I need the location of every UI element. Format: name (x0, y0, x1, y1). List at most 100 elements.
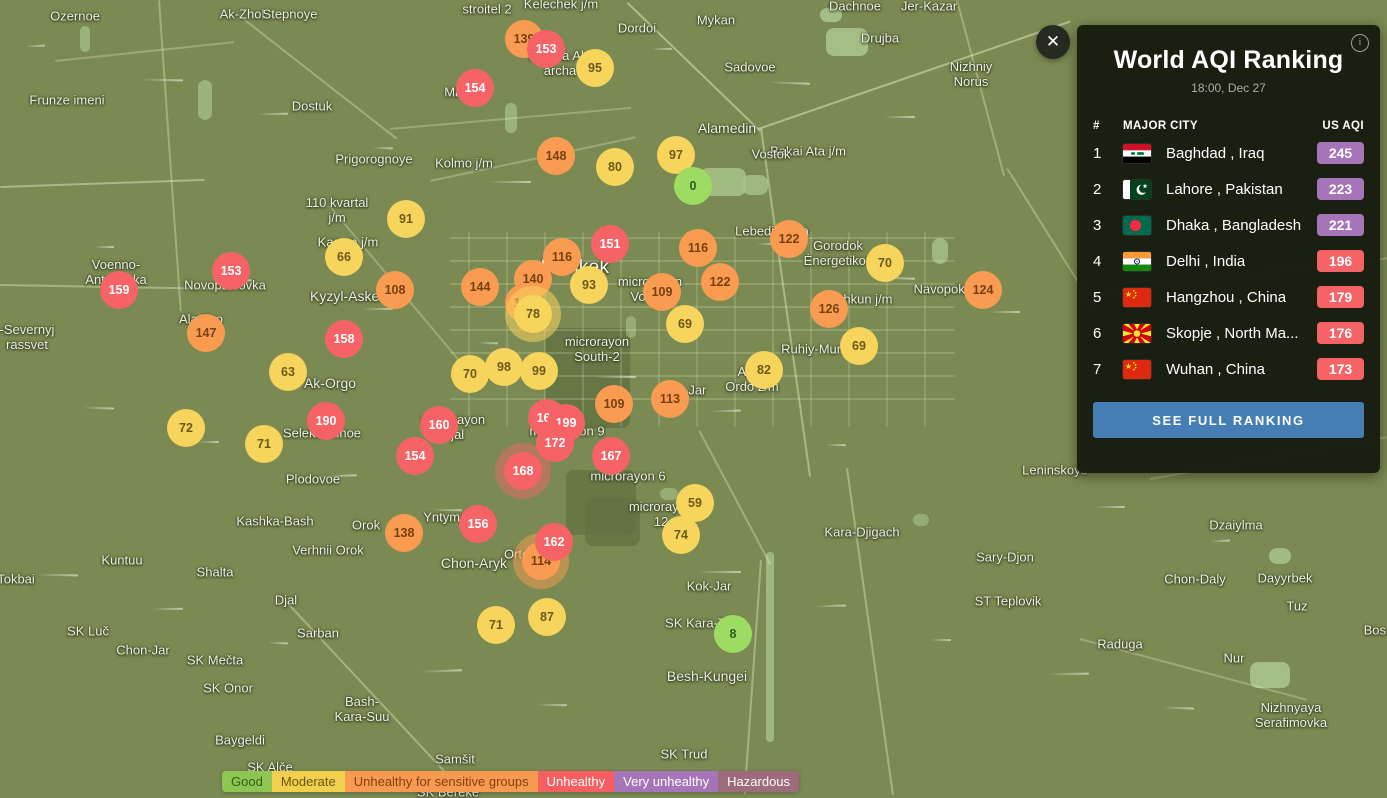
aqi-marker[interactable]: 93 (570, 266, 608, 304)
china-flag-icon (1123, 360, 1151, 379)
aqi-badge: 196 (1317, 250, 1364, 272)
map-place-label: Dachnoe (829, 0, 881, 14)
aqi-legend: GoodModerateUnhealthy for sensitive grou… (222, 771, 799, 792)
info-icon[interactable]: i (1351, 34, 1369, 52)
map-place-label: Ozernoe (50, 10, 100, 25)
aqi-marker[interactable]: 109 (595, 385, 633, 423)
aqi-marker[interactable]: 91 (387, 200, 425, 238)
map-place-label: SK Onor (203, 682, 253, 697)
aqi-marker[interactable]: 71 (245, 425, 283, 463)
aqi-marker[interactable]: 71 (477, 606, 515, 644)
map-place-label: Kara-Djigach (824, 526, 899, 541)
wind-streak (989, 311, 1020, 313)
aqi-marker[interactable]: 69 (666, 305, 704, 343)
aqi-marker[interactable]: 8 (714, 615, 752, 653)
legend-item: Unhealthy for sensitive groups (345, 771, 538, 792)
aqi-marker[interactable]: 159 (100, 271, 138, 309)
map-place-label: Jer-Kazar (901, 0, 957, 14)
legend-item: Good (222, 771, 272, 792)
aqi-marker[interactable]: 126 (810, 290, 848, 328)
aqi-marker[interactable]: 66 (325, 238, 363, 276)
aqi-badge: 221 (1317, 214, 1364, 236)
aqi-marker[interactable]: 138 (385, 514, 423, 552)
aqi-marker[interactable]: 154 (396, 437, 434, 475)
aqi-marker[interactable]: 72 (167, 409, 205, 447)
wind-streak (25, 45, 45, 48)
road-line (0, 179, 205, 188)
aqi-marker[interactable]: 63 (269, 353, 307, 391)
map-place-label: Kashka-Bash (236, 515, 313, 530)
aqi-marker[interactable]: 151 (591, 225, 629, 263)
aqi-marker[interactable]: 80 (596, 148, 634, 186)
aqi-marker[interactable]: 74 (662, 516, 700, 554)
aqi-marker[interactable]: 168 (504, 452, 542, 490)
aqi-marker[interactable]: 172 (536, 424, 574, 462)
wind-streak (815, 604, 846, 607)
bangladesh-flag-icon (1123, 216, 1151, 235)
aqi-marker[interactable]: 113 (651, 380, 689, 418)
aqi-marker[interactable]: 158 (325, 320, 363, 358)
ranking-row[interactable]: 3Dhaka , Bangladesh221 (1077, 207, 1380, 243)
aqi-marker[interactable]: 78 (514, 295, 552, 333)
aqi-marker[interactable]: 99 (520, 352, 558, 390)
ranking-row[interactable]: 5Hangzhou , China179 (1077, 279, 1380, 315)
aqi-marker[interactable]: 167 (592, 437, 630, 475)
aqi-marker[interactable]: 108 (376, 271, 414, 309)
city-name: Lahore , Pakistan (1166, 181, 1283, 198)
map-place-label: Prigorognoye (335, 153, 412, 168)
see-full-ranking-button[interactable]: SEE FULL RANKING (1093, 402, 1364, 438)
iraq-flag-icon (1123, 144, 1151, 163)
aqi-marker[interactable]: 190 (307, 402, 345, 440)
wind-streak (257, 113, 288, 116)
map-place-label: Nizhnyaya Serafimovka (1255, 701, 1327, 731)
aqi-marker[interactable]: 160 (420, 406, 458, 444)
map-place-label: -Severnyj rassvet (0, 323, 54, 353)
map-place-label: Nur (1224, 652, 1245, 667)
aqi-marker[interactable]: 122 (770, 220, 808, 258)
aqi-badge: 173 (1317, 358, 1364, 380)
ranking-row[interactable]: 7Wuhan , China173 (1077, 351, 1380, 387)
map-place-label: Frunze imeni (29, 94, 104, 109)
wind-streak (826, 444, 846, 446)
aqi-marker[interactable]: 70 (451, 355, 489, 393)
aqi-marker[interactable]: 95 (576, 49, 614, 87)
map-place-label: Chon-Aryk (441, 555, 507, 571)
map-place-label: Orok (352, 519, 380, 534)
aqi-badge: 176 (1317, 322, 1364, 344)
aqi-marker[interactable]: 147 (187, 314, 225, 352)
map-place-label: Sarban (297, 627, 339, 642)
wind-streak (536, 704, 567, 707)
aqi-marker[interactable]: 162 (535, 523, 573, 561)
close-icon[interactable]: ✕ (1036, 25, 1070, 59)
map-place-label: Bash- Kara-Suu (335, 695, 390, 725)
aqi-marker[interactable]: 116 (679, 229, 717, 267)
aqi-marker[interactable]: 144 (461, 268, 499, 306)
map-place-label: SK Mečta (187, 654, 243, 669)
aqi-badge: 223 (1317, 178, 1364, 200)
aqi-marker[interactable]: 154 (456, 69, 494, 107)
aqi-marker[interactable]: 82 (745, 351, 783, 389)
rank-number: 5 (1093, 289, 1123, 306)
aqi-marker[interactable]: 153 (527, 30, 565, 68)
map-place-label: Raduga (1097, 638, 1143, 653)
rank-number: 3 (1093, 217, 1123, 234)
aqi-marker[interactable]: 109 (643, 273, 681, 311)
aqi-marker[interactable]: 153 (212, 252, 250, 290)
ranking-row[interactable]: 6Skopje , North Ma...176 (1077, 315, 1380, 351)
aqi-marker[interactable]: 124 (964, 271, 1002, 309)
ranking-row[interactable]: 1Baghdad , Iraq245 (1077, 135, 1380, 171)
rank-number: 6 (1093, 325, 1123, 342)
aqi-marker[interactable]: 98 (485, 348, 523, 386)
aqi-marker[interactable]: 148 (537, 137, 575, 175)
map-place-label: ST Teplovik (975, 595, 1042, 610)
ranking-rows: 1Baghdad , Iraq2452Lahore , Pakistan2233… (1077, 135, 1380, 387)
aqi-marker[interactable]: 122 (701, 263, 739, 301)
ranking-row[interactable]: 2Lahore , Pakistan223 (1077, 171, 1380, 207)
ranking-row[interactable]: 4Delhi , India196 (1077, 243, 1380, 279)
aqi-marker[interactable]: 69 (840, 327, 878, 365)
aqi-marker[interactable]: 70 (866, 244, 904, 282)
aqi-marker[interactable]: 156 (459, 505, 497, 543)
wind-streak (478, 342, 498, 345)
aqi-marker[interactable]: 0 (674, 167, 712, 205)
aqi-marker[interactable]: 87 (528, 598, 566, 636)
